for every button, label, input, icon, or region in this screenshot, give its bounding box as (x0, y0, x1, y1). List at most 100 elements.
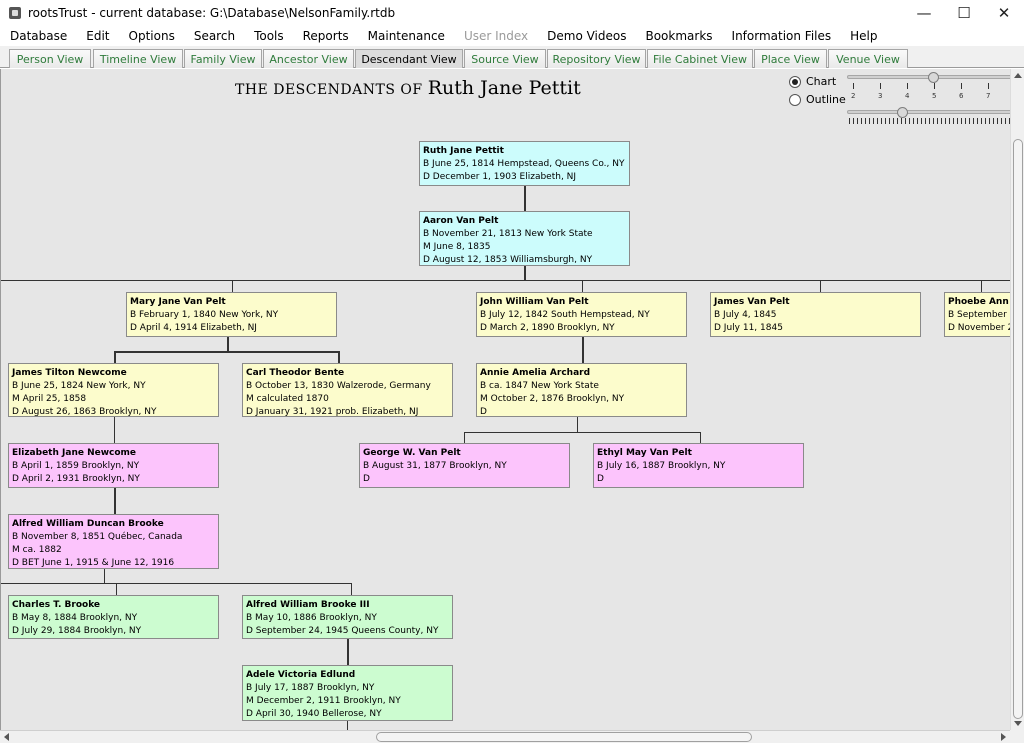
slider-tick (877, 118, 878, 124)
tab-family-view[interactable]: Family View (184, 49, 262, 68)
person-box[interactable]: James Van Pelt B July 4, 1845 D July 11, 1… (710, 292, 921, 337)
slider-tick (907, 83, 908, 89)
tab-timeline-view[interactable]: Timeline View (93, 49, 183, 68)
slider-tick (901, 118, 902, 124)
person-box[interactable]: Mary Jane Van Pelt B February 1, 1840 New… (126, 292, 337, 337)
menu-maintenance[interactable]: Maintenance (358, 27, 454, 45)
person-box[interactable]: George W. Van Pelt B August 31, 1877 Broo… (359, 443, 570, 488)
scroll-right-arrow-icon[interactable] (1001, 733, 1006, 741)
menu-information-files[interactable]: Information Files (722, 27, 841, 45)
chart-title: THE DESCENDANTS OF Ruth Jane Pettit (235, 77, 581, 99)
menu-options[interactable]: Options (119, 27, 184, 45)
menu-help[interactable]: Help (840, 27, 886, 45)
person-box[interactable]: Alfred William Duncan Brooke B November 8… (8, 514, 219, 569)
connector-line (1, 583, 352, 584)
chart-radio-button[interactable] (789, 75, 801, 88)
outline-radio-button[interactable] (789, 93, 801, 106)
zoom-slider-ticks (849, 118, 1010, 124)
slider-tick-label: 5 (932, 92, 937, 100)
horizontal-scroll-thumb[interactable] (376, 732, 752, 742)
person-event-line: B July 12, 1842 South Hempstead, NY (480, 310, 650, 320)
connector-line (104, 568, 105, 583)
person-box[interactable]: Ethyl May Van Pelt B July 16, 1887 Brookl… (593, 443, 804, 488)
slider-tick (857, 118, 858, 124)
minimize-button[interactable]: — (904, 0, 944, 26)
descendant-chart[interactable]: THE DESCENDANTS OF Ruth Jane Pettit Char… (0, 69, 1010, 730)
scroll-down-arrow-icon[interactable] (1014, 721, 1022, 726)
person-box[interactable]: John William Van Pelt B July 12, 1842 Sou… (476, 292, 687, 337)
tab-place-view[interactable]: Place View (754, 49, 827, 68)
slider-tick-label: 6 (959, 92, 964, 100)
person-name: John William Van Pelt (480, 297, 589, 307)
slider-tick (965, 118, 966, 124)
slider-tick (921, 118, 922, 124)
person-box[interactable]: Adele Victoria Edlund B July 17, 1887 Bro… (242, 665, 453, 721)
person-name: Charles T. Brooke (12, 600, 101, 610)
view-tab-bar: Person View Timeline View Family View Ances… (0, 46, 1024, 68)
person-event-line: D January 31, 1921 prob. Elizabeth, NJ (246, 407, 419, 417)
menu-tools[interactable]: Tools (244, 27, 293, 45)
window-controls: — ☐ ✕ (904, 0, 1024, 26)
vertical-scroll-thumb[interactable] (1013, 139, 1023, 719)
chart-title-prefix: THE DESCENDANTS OF (235, 82, 423, 98)
zoom-slider-track[interactable] (847, 110, 1010, 114)
person-event-line: D March 2, 1890 Brooklyn, NY (480, 323, 615, 333)
person-event-line: B July 17, 1887 Brooklyn, NY (246, 683, 375, 693)
person-event-line: M December 2, 1911 Brooklyn, NY (246, 696, 401, 706)
menu-search[interactable]: Search (184, 27, 244, 45)
scroll-up-arrow-icon[interactable] (1014, 73, 1022, 78)
menu-bookmarks[interactable]: Bookmarks (635, 27, 721, 45)
connector-line (232, 280, 233, 292)
person-box[interactable]: Elizabeth Jane Newcome B April 1, 1859 Br… (8, 443, 219, 488)
tab-venue-view[interactable]: Venue View (828, 49, 908, 68)
slider-tick-label: 7 (986, 92, 991, 100)
tab-file-cabinet-view[interactable]: File Cabinet View (647, 49, 753, 68)
chart-radio-option[interactable]: Chart (789, 75, 836, 88)
zoom-slider-thumb[interactable] (897, 107, 908, 118)
tab-source-view[interactable]: Source View (464, 49, 546, 68)
person-event-line: D (597, 474, 604, 484)
person-box[interactable]: Annie Amelia Archard B ca. 1847 New York … (476, 363, 687, 417)
person-box[interactable]: Alfred William Brooke III B May 10, 1886 … (242, 595, 453, 639)
person-event-line: M October 2, 1876 Brooklyn, NY (480, 394, 625, 404)
menu-user-index: User Index (463, 29, 529, 43)
tab-descendant-view[interactable]: Descendant View (355, 49, 463, 68)
horizontal-scrollbar[interactable] (0, 730, 1010, 743)
tab-repository-view[interactable]: Repository View (547, 49, 646, 68)
person-event-line: D (480, 407, 487, 417)
person-name: Carl Theodor Bente (246, 368, 345, 378)
generation-slider-labels: 2345678 (849, 92, 1010, 102)
slider-tick (981, 118, 982, 124)
person-box[interactable]: Aaron Van Pelt B November 21, 1813 New Yo… (419, 211, 630, 266)
vertical-scrollbar[interactable] (1010, 69, 1024, 730)
maximize-button[interactable]: ☐ (944, 0, 984, 26)
generation-slider-thumb[interactable] (928, 72, 939, 83)
close-button[interactable]: ✕ (984, 0, 1024, 26)
menu-database[interactable]: Database (0, 27, 76, 45)
person-event-line: D July 11, 1845 (714, 323, 783, 333)
slider-tick (853, 83, 854, 89)
connector-line (981, 280, 982, 292)
slider-tick (997, 118, 998, 124)
menu-bar: Database Edit Options Search Tools Reports Mai… (0, 27, 1024, 45)
slider-tick (988, 83, 989, 89)
window-title: rootsTrust - current database: G:\Databa… (28, 6, 396, 20)
connector-line (524, 186, 526, 211)
slider-tick (889, 118, 890, 124)
menu-reports[interactable]: Reports (293, 27, 358, 45)
slider-tick-label: 2 (851, 92, 856, 100)
menu-edit[interactable]: Edit (76, 27, 118, 45)
person-box[interactable]: Charles T. Brooke B May 8, 1884 Brooklyn,… (8, 595, 219, 639)
person-box[interactable]: James Tilton Newcome B June 25, 1824 New … (8, 363, 219, 417)
person-box[interactable]: Phoebe Ann V B September 2 D November 26 (944, 292, 1010, 337)
tab-ancestor-view[interactable]: Ancestor View (263, 49, 354, 68)
tab-person-view[interactable]: Person View (9, 49, 91, 68)
slider-tick (989, 118, 990, 124)
menu-demo-videos[interactable]: Demo Videos (537, 27, 635, 45)
scroll-left-arrow-icon[interactable] (4, 733, 9, 741)
slider-tick (880, 83, 881, 89)
person-box[interactable]: Carl Theodor Bente B October 13, 1830 Wal… (242, 363, 453, 417)
outline-radio-option[interactable]: Outline (789, 93, 846, 106)
person-box[interactable]: Ruth Jane Pettit B June 25, 1814 Hempstea… (419, 141, 630, 186)
person-event-line: B May 8, 1884 Brooklyn, NY (12, 613, 138, 623)
